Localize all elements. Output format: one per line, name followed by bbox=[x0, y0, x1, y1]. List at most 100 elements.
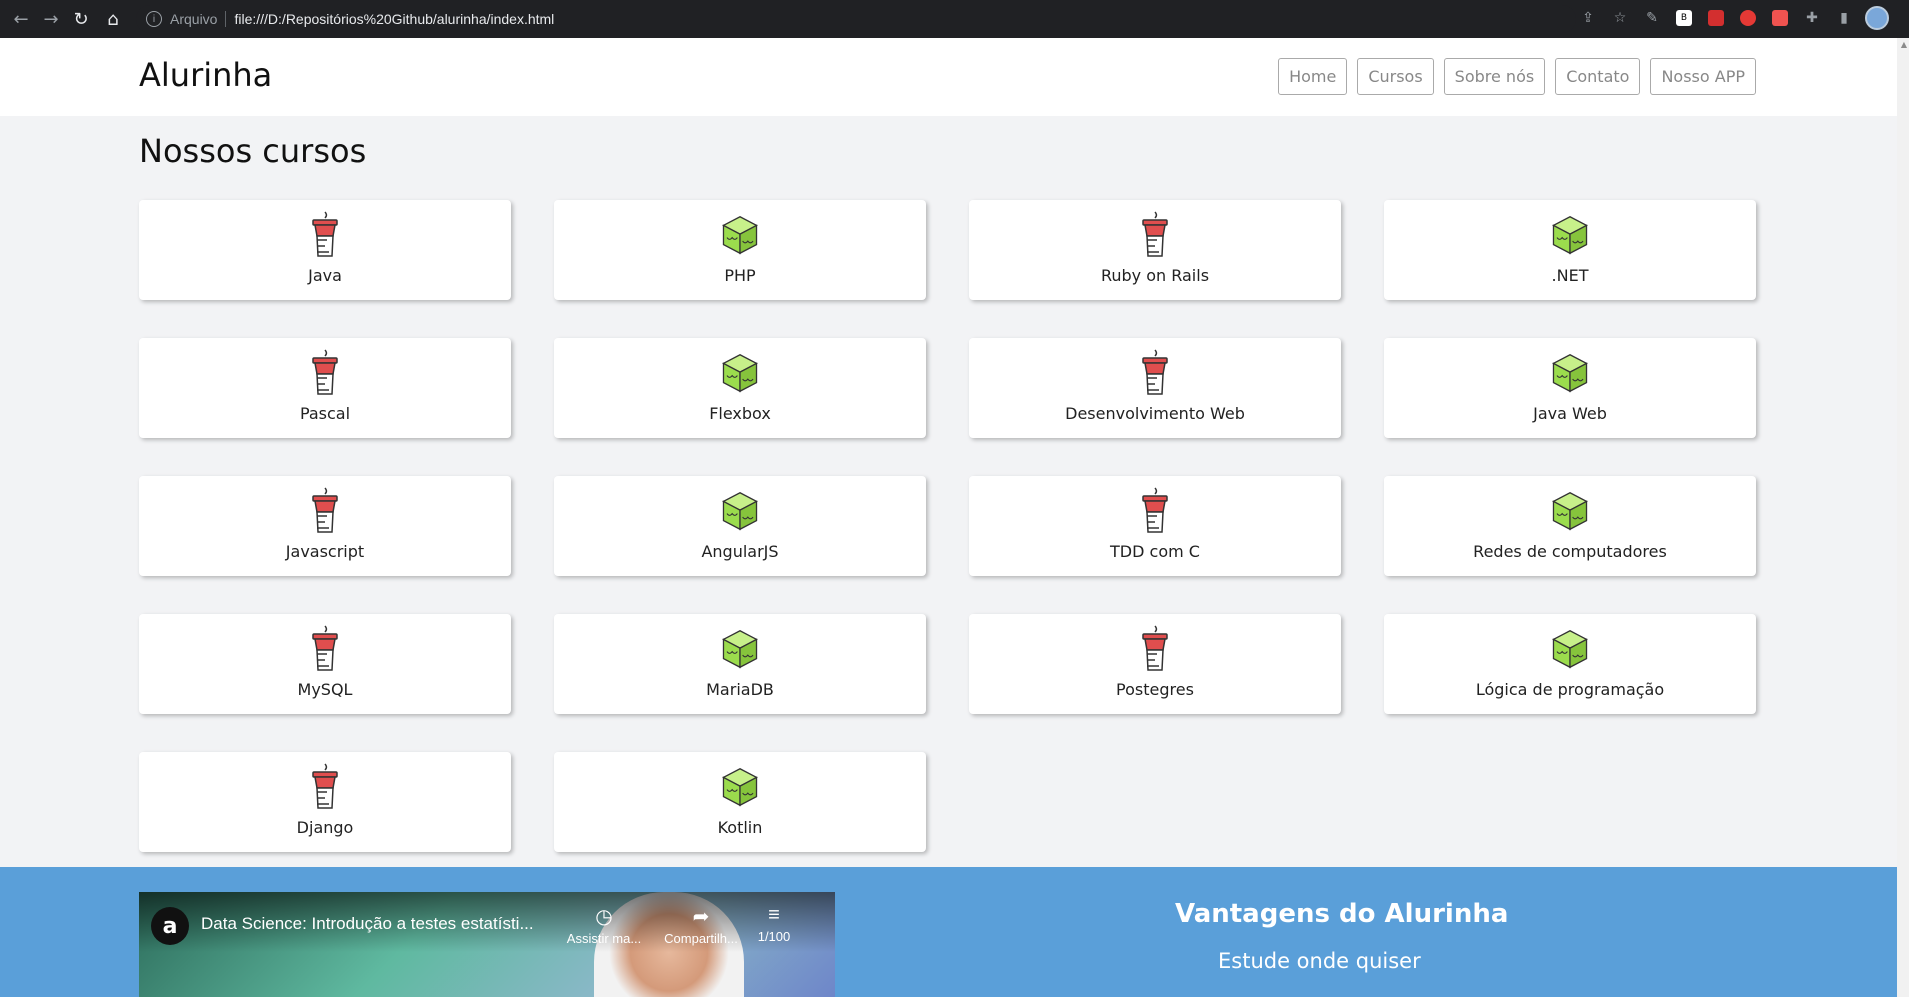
features-item: Estude onde quiser bbox=[1218, 949, 1421, 973]
reload-icon[interactable]: ↻ bbox=[66, 4, 96, 34]
course-card[interactable]: Ruby on Rails bbox=[969, 200, 1341, 300]
video-player[interactable]: a Data Science: Introdução a testes esta… bbox=[139, 892, 835, 997]
course-card[interactable]: Kotlin bbox=[554, 752, 926, 852]
course-label: Javascript bbox=[285, 542, 365, 561]
course-label: Postegres bbox=[1116, 680, 1194, 699]
bookmark-star-icon[interactable]: ☆ bbox=[1609, 7, 1631, 29]
video-title[interactable]: Data Science: Introdução a testes estatí… bbox=[201, 914, 534, 934]
course-label: Ruby on Rails bbox=[1100, 266, 1210, 285]
course-card[interactable]: Pascal bbox=[139, 338, 511, 438]
cube-icon bbox=[722, 492, 758, 531]
extension-red-icon[interactable] bbox=[1705, 7, 1727, 29]
course-card[interactable]: .NET bbox=[1384, 200, 1756, 300]
course-card[interactable]: Desenvolvimento Web bbox=[969, 338, 1341, 438]
courses-grid: Java PHP Ruby on Rails .NET Pascal Flexb… bbox=[139, 200, 1756, 852]
cube-icon bbox=[722, 630, 758, 669]
scheme-label: Arquivo bbox=[170, 11, 218, 27]
extension-red-circle-icon[interactable] bbox=[1737, 7, 1759, 29]
course-label: Lógica de programação bbox=[1475, 680, 1665, 699]
cube-icon bbox=[722, 768, 758, 807]
cup-icon bbox=[1142, 211, 1168, 257]
course-label: Pascal bbox=[299, 404, 351, 423]
course-label: TDD com C bbox=[1110, 542, 1200, 561]
cup-icon bbox=[312, 625, 338, 671]
course-card[interactable]: Java bbox=[139, 200, 511, 300]
course-card[interactable]: Postegres bbox=[969, 614, 1341, 714]
cup-icon bbox=[1142, 349, 1168, 395]
site-brand[interactable]: Alurinha bbox=[139, 56, 272, 94]
nav-cursos-button[interactable]: Cursos bbox=[1357, 58, 1434, 95]
nav-app-button[interactable]: Nosso APP bbox=[1650, 58, 1756, 95]
cube-icon bbox=[722, 354, 758, 393]
extension-dice-icon[interactable] bbox=[1769, 7, 1791, 29]
forward-icon[interactable]: → bbox=[36, 4, 66, 34]
cup-icon bbox=[312, 349, 338, 395]
course-label: AngularJS bbox=[701, 542, 779, 561]
cup-icon bbox=[1142, 625, 1168, 671]
share-icon[interactable]: ⇪ bbox=[1577, 7, 1599, 29]
share-label: Compartilh... bbox=[664, 931, 738, 946]
course-card[interactable]: Flexbox bbox=[554, 338, 926, 438]
cup-icon bbox=[1142, 487, 1168, 533]
channel-logo-icon[interactable]: a bbox=[151, 907, 189, 945]
course-label: PHP bbox=[724, 266, 756, 285]
course-label: Flexbox bbox=[709, 404, 771, 423]
nav-home-button[interactable]: Home bbox=[1278, 58, 1348, 95]
course-card[interactable]: Django bbox=[139, 752, 511, 852]
extensions-puzzle-icon[interactable]: ✚ bbox=[1801, 7, 1823, 29]
cube-icon bbox=[722, 216, 758, 255]
nav-contato-button[interactable]: Contato bbox=[1555, 58, 1641, 95]
features-section: a Data Science: Introdução a testes esta… bbox=[0, 867, 1897, 997]
separator bbox=[225, 11, 227, 27]
courses-title: Nossos cursos bbox=[139, 132, 367, 170]
site-header: Alurinha Home Cursos Sobre nós Contato N… bbox=[0, 38, 1897, 116]
course-label: Desenvolvimento Web bbox=[1065, 404, 1245, 423]
extension-b-icon[interactable]: B bbox=[1673, 7, 1695, 29]
nav-sobre-button[interactable]: Sobre nós bbox=[1443, 58, 1546, 95]
playlist-icon: ≡ bbox=[768, 904, 780, 926]
course-label: .NET bbox=[1551, 266, 1589, 285]
course-label: MariaDB bbox=[706, 680, 774, 699]
cube-icon bbox=[1552, 630, 1588, 669]
course-card[interactable]: Redes de computadores bbox=[1384, 476, 1756, 576]
cube-icon bbox=[1552, 492, 1588, 531]
playlist-button[interactable]: ≡ 1/100 bbox=[729, 904, 819, 944]
cube-icon bbox=[1552, 354, 1588, 393]
cup-icon bbox=[312, 211, 338, 257]
course-label: Kotlin bbox=[717, 818, 763, 837]
back-icon[interactable]: ← bbox=[6, 4, 36, 34]
extension-pen-icon[interactable]: ✎ bbox=[1641, 7, 1663, 29]
scroll-up-icon[interactable]: ▲ bbox=[1901, 40, 1907, 49]
course-label: Django bbox=[296, 818, 354, 837]
home-icon[interactable]: ⌂ bbox=[98, 4, 128, 34]
browser-toolbar: ← → ↻ ⌂ i Arquivo file:///D:/Repositório… bbox=[0, 0, 1909, 38]
watch-later-button[interactable]: ◷ Assistir ma... bbox=[559, 904, 649, 946]
cup-icon bbox=[312, 763, 338, 809]
clock-icon: ◷ bbox=[595, 906, 613, 928]
course-card[interactable]: Javascript bbox=[139, 476, 511, 576]
course-card[interactable]: MySQL bbox=[139, 614, 511, 714]
cup-icon bbox=[312, 487, 338, 533]
profile-avatar[interactable] bbox=[1865, 6, 1889, 30]
course-card[interactable]: PHP bbox=[554, 200, 926, 300]
course-label: Java bbox=[308, 266, 342, 285]
url-text[interactable]: file:///D:/Repositórios%20Github/alurinh… bbox=[234, 11, 554, 27]
info-icon[interactable]: i bbox=[146, 11, 162, 27]
site-nav: Home Cursos Sobre nós Contato Nosso APP bbox=[1278, 58, 1756, 95]
address-bar[interactable]: i Arquivo file:///D:/Repositórios%20Gith… bbox=[136, 5, 1576, 33]
side-panel-icon[interactable]: ▮ bbox=[1833, 7, 1855, 29]
course-card[interactable]: TDD com C bbox=[969, 476, 1341, 576]
course-label: Java Web bbox=[1533, 404, 1607, 423]
page-scrollbar[interactable] bbox=[1897, 38, 1909, 997]
course-card[interactable]: AngularJS bbox=[554, 476, 926, 576]
course-card[interactable]: MariaDB bbox=[554, 614, 926, 714]
watch-later-label: Assistir ma... bbox=[566, 931, 642, 946]
features-title: Vantagens do Alurinha bbox=[1175, 899, 1509, 929]
playlist-count: 1/100 bbox=[757, 929, 791, 944]
course-label: Redes de computadores bbox=[1473, 542, 1667, 561]
course-card[interactable]: Java Web bbox=[1384, 338, 1756, 438]
course-card[interactable]: Lógica de programação bbox=[1384, 614, 1756, 714]
toolbar-right: ⇪ ☆ ✎ B ✚ ▮ bbox=[1577, 6, 1889, 30]
cube-icon bbox=[1552, 216, 1588, 255]
course-label: MySQL bbox=[297, 680, 353, 699]
